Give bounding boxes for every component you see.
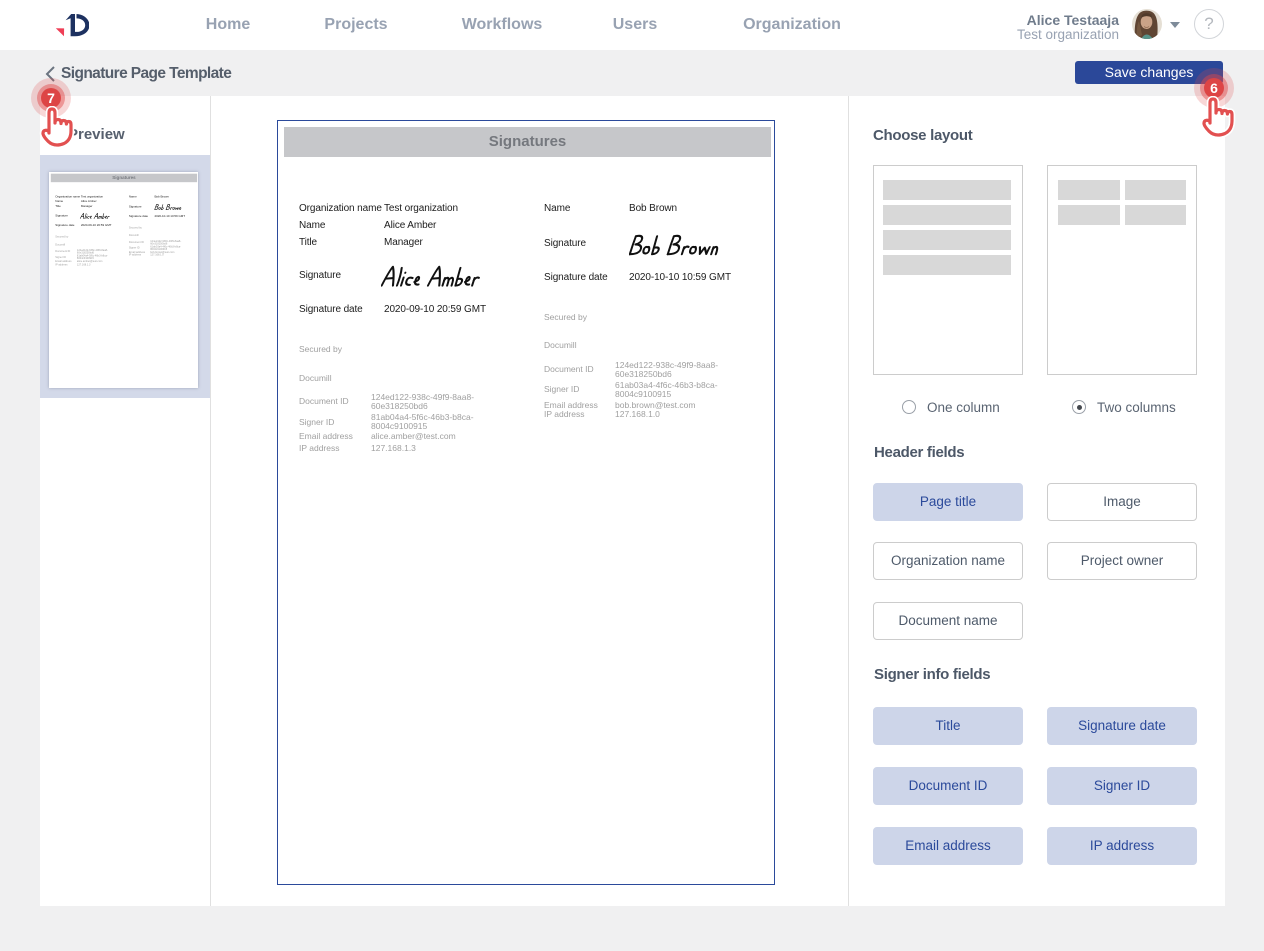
svg-text:6: 6 (1210, 80, 1218, 96)
svg-text:7: 7 (47, 90, 55, 106)
